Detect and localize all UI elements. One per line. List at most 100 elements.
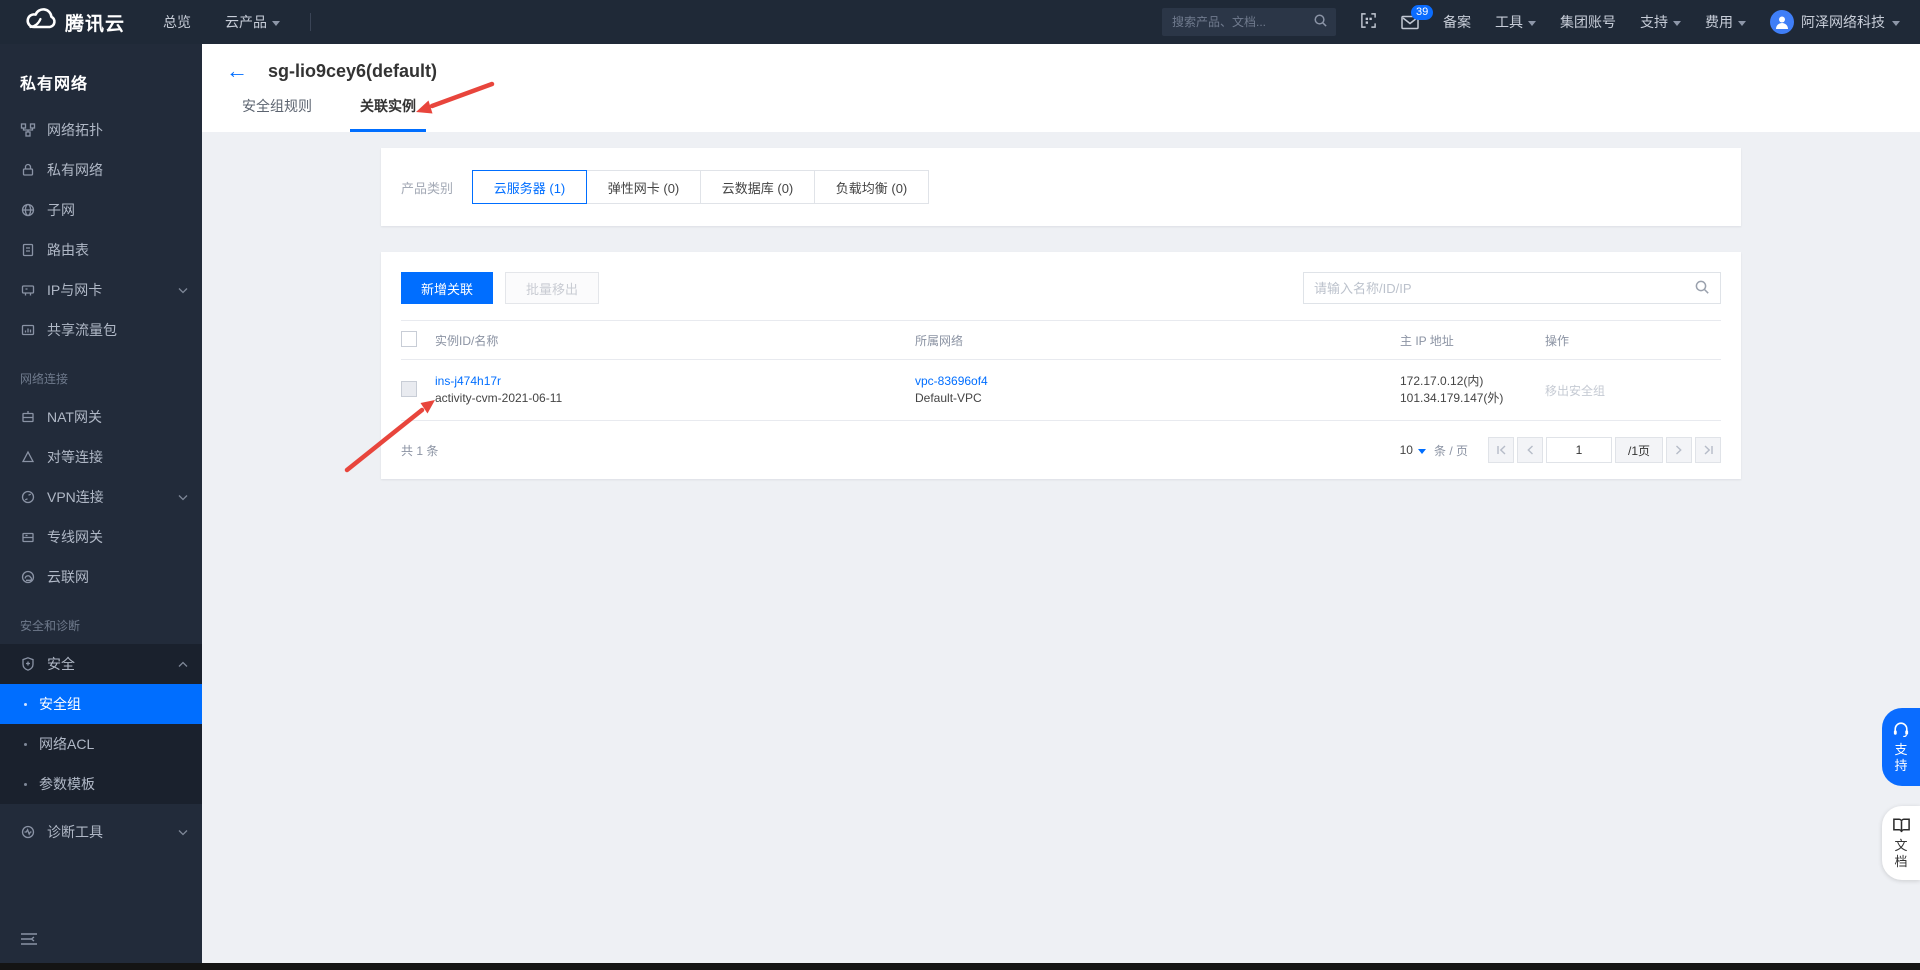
table-header-row: 实例ID/名称 所属网络 主 IP 地址 操作: [401, 321, 1721, 360]
last-page-button[interactable]: [1695, 437, 1721, 463]
segment-cdb[interactable]: 云数据库 (0): [700, 170, 815, 204]
collapse-icon: [20, 932, 38, 946]
sidebar-item-diagnostic-tools[interactable]: 诊断工具: [0, 812, 202, 852]
next-page-button[interactable]: [1666, 437, 1692, 463]
cloud-logo-icon: [22, 7, 56, 37]
sidebar-item-shared-traffic[interactable]: 共享流量包: [0, 310, 202, 350]
sidebar-item-vpc[interactable]: 私有网络: [0, 150, 202, 190]
row-checkbox[interactable]: [401, 381, 417, 397]
chevron-down-icon: [1673, 21, 1681, 26]
nav-support[interactable]: 支持: [1640, 12, 1681, 32]
tencent-cloud-logo[interactable]: 腾讯云: [22, 7, 125, 37]
sidebar: 私有网络 网络拓扑 私有网络 子网 路由表 IP与网卡 共享流量包 网络连接 N…: [0, 44, 202, 970]
next-page-icon: [1675, 445, 1683, 455]
support-float-button[interactable]: 支持: [1882, 708, 1920, 786]
chevron-up-icon: [178, 661, 188, 668]
account-name: 阿泽网络科技: [1801, 12, 1885, 32]
avatar: [1770, 10, 1794, 34]
sidebar-item-ip-nic[interactable]: IP与网卡: [0, 270, 202, 310]
pagination-bar: 共 1 条 10 条 / 页 1: [401, 437, 1721, 463]
private-ip: 172.17.0.12(内): [1400, 373, 1545, 390]
headset-icon: [1892, 721, 1910, 737]
nav-group-account[interactable]: 集团账号: [1560, 12, 1616, 32]
bullet-dot: [24, 703, 27, 706]
sidebar-item-nat-gateway[interactable]: NAT网关: [0, 397, 202, 437]
nav-overview[interactable]: 总览: [163, 12, 191, 32]
first-page-button[interactable]: [1488, 437, 1514, 463]
main-area: ← sg-lio9cey6(default) 安全组规则 关联实例 产品类别 云…: [202, 44, 1920, 970]
messages-button[interactable]: 39: [1401, 15, 1419, 30]
peering-icon: [20, 449, 36, 465]
sidebar-item-network-topology[interactable]: 网络拓扑: [0, 110, 202, 150]
sidebar-item-network-acl[interactable]: 网络ACL: [0, 724, 202, 764]
remove-from-sg-link[interactable]: 移出安全组: [1545, 384, 1605, 398]
chevron-down-icon: [1528, 21, 1536, 26]
tab-security-group-rules[interactable]: 安全组规则: [232, 96, 322, 132]
search-icon[interactable]: [1313, 13, 1328, 31]
instance-search[interactable]: [1303, 272, 1721, 304]
product-filter-card: 产品类别 云服务器 (1) 弹性网卡 (0) 云数据库 (0) 负载均衡 (0): [381, 148, 1741, 226]
tab-associated-instances[interactable]: 关联实例: [350, 96, 426, 132]
filter-label: 产品类别: [401, 178, 453, 197]
docs-float-button[interactable]: 文档: [1882, 806, 1920, 880]
back-button[interactable]: ←: [226, 60, 248, 82]
sidebar-collapse-button[interactable]: [20, 932, 38, 946]
chevron-down-icon: [1892, 21, 1900, 26]
page-header: ← sg-lio9cey6(default) 安全组规则 关联实例: [202, 44, 1920, 132]
prev-page-button[interactable]: [1517, 437, 1543, 463]
bullet-dot: [24, 783, 27, 786]
sidebar-item-route-table[interactable]: 路由表: [0, 230, 202, 270]
sidebar-item-direct-connect[interactable]: 专线网关: [0, 517, 202, 557]
column-network: 所属网络: [915, 321, 1400, 360]
global-search-input[interactable]: [1172, 15, 1313, 29]
logo-text: 腾讯云: [65, 9, 125, 36]
search-icon[interactable]: [1694, 279, 1710, 298]
global-search[interactable]: [1162, 8, 1336, 36]
nav-tools[interactable]: 工具: [1495, 12, 1536, 32]
add-association-button[interactable]: 新增关联: [401, 272, 493, 304]
nav-beian[interactable]: 备案: [1443, 12, 1471, 32]
sidebar-item-vpn[interactable]: VPN连接: [0, 477, 202, 517]
sidebar-item-subnet[interactable]: 子网: [0, 190, 202, 230]
page-size-select[interactable]: 10: [1400, 443, 1426, 457]
current-page-input[interactable]: 1: [1546, 437, 1612, 463]
account-menu[interactable]: 阿泽网络科技: [1770, 10, 1900, 34]
sidebar-item-peering[interactable]: 对等连接: [0, 437, 202, 477]
tab-bar: 安全组规则 关联实例: [202, 96, 1920, 132]
bottom-edge-bar: [0, 963, 1920, 970]
table-row: ins-j474h17r activity-cvm-2021-06-11 vpc…: [401, 360, 1721, 421]
sidebar-item-security[interactable]: 安全: [0, 644, 202, 684]
shield-icon: [20, 656, 36, 672]
batch-remove-button[interactable]: 批量移出: [505, 272, 599, 304]
select-all-checkbox[interactable]: [401, 331, 417, 347]
vpc-id-link[interactable]: vpc-83696of4: [915, 373, 1400, 390]
sidebar-item-parameter-template[interactable]: 参数模板: [0, 764, 202, 804]
page-size-unit: 条 / 页: [1434, 442, 1468, 459]
total-pages: /1页: [1615, 437, 1663, 463]
segment-eni[interactable]: 弹性网卡 (0): [586, 170, 701, 204]
last-page-icon: [1703, 445, 1714, 455]
document-icon: [20, 242, 36, 258]
support-label: 支持: [1894, 742, 1908, 773]
instance-id-link[interactable]: ins-j474h17r: [435, 373, 915, 390]
nav-products[interactable]: 云产品: [225, 12, 280, 32]
bullet-dot: [24, 743, 27, 746]
scan-qr-icon[interactable]: [1360, 12, 1377, 32]
sidebar-item-security-groups[interactable]: 安全组: [0, 684, 202, 724]
network-card-icon: [20, 282, 36, 298]
nav-divider: [310, 13, 311, 31]
first-page-icon: [1496, 445, 1507, 455]
instances-table: 实例ID/名称 所属网络 主 IP 地址 操作 ins-j474h17r act…: [401, 320, 1721, 421]
nat-gateway-icon: [20, 409, 36, 425]
chevron-down-icon: [178, 287, 188, 294]
sidebar-item-ccn[interactable]: 云联网: [0, 557, 202, 597]
nav-billing[interactable]: 费用: [1705, 12, 1746, 32]
topology-icon: [20, 122, 36, 138]
instance-search-input[interactable]: [1314, 281, 1694, 296]
total-count: 共 1 条: [401, 442, 438, 459]
direct-connect-gateway-icon: [20, 529, 36, 545]
sidebar-section-network-connect: 网络连接: [0, 350, 202, 397]
segment-cvm[interactable]: 云服务器 (1): [472, 170, 587, 204]
segment-clb[interactable]: 负载均衡 (0): [814, 170, 929, 204]
lock-icon: [20, 162, 36, 178]
